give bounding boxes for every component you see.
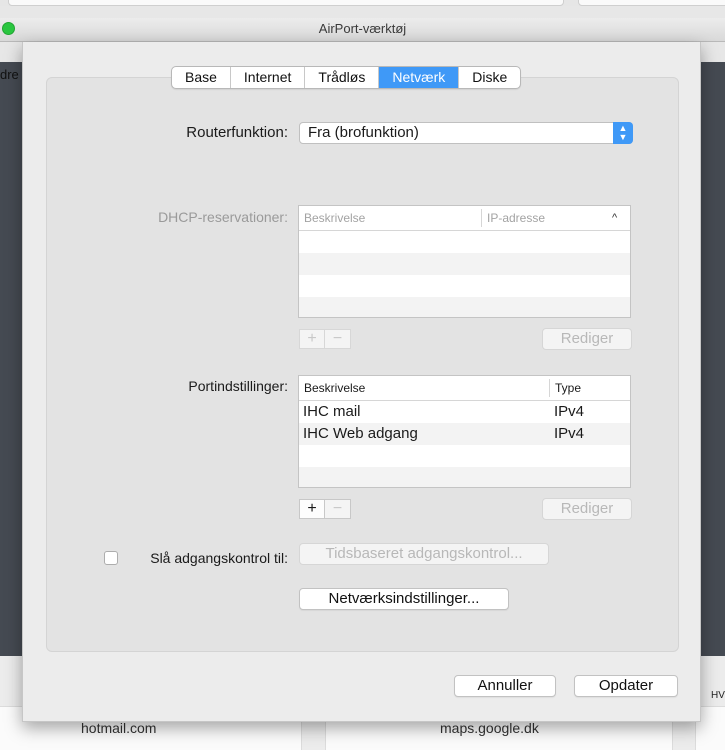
dhcp-remove-button[interactable]: − xyxy=(325,329,351,349)
tab-base[interactable]: Base xyxy=(172,67,231,88)
dhcp-table[interactable]: Beskrivelse IP-adresse ^ xyxy=(298,205,631,318)
port-description: IHC mail xyxy=(303,403,361,420)
network-settings-button[interactable]: Netværksindstillinger... xyxy=(299,588,509,610)
cancel-button[interactable]: Annuller xyxy=(454,675,556,697)
router-function-popup[interactable]: Fra (brofunktion) ▲ ▼ xyxy=(299,122,633,144)
router-function-label: Routerfunktion: xyxy=(186,124,288,141)
port-add-button[interactable]: + xyxy=(299,499,325,519)
tab-network[interactable]: Netværk xyxy=(379,67,460,88)
dhcp-add-remove: + − xyxy=(299,329,351,349)
access-control-checkbox[interactable] xyxy=(104,551,118,565)
background-edge-text: dre xyxy=(0,67,19,82)
tab-bar: Base Internet Trådløs Netværk Diske xyxy=(171,66,522,89)
tab-internet[interactable]: Internet xyxy=(231,67,306,88)
tab-disks[interactable]: Diske xyxy=(459,67,520,88)
dhcp-column-description[interactable]: Beskrivelse xyxy=(299,206,365,230)
timed-access-control-button[interactable]: Tidsbaseret adgangskontrol... xyxy=(299,543,549,565)
port-description: IHC Web adgang xyxy=(303,425,418,442)
port-add-remove: + − xyxy=(299,499,351,519)
port-table[interactable]: Beskrivelse Type IHC mail IPv4 IHC Web a… xyxy=(298,375,631,488)
tile-label: hotmail.com xyxy=(81,720,157,736)
port-column-description[interactable]: Beskrivelse xyxy=(299,376,365,400)
access-control-label[interactable]: Slå adgangskontrol til: xyxy=(150,550,288,566)
table-row[interactable]: IHC Web adgang IPv4 xyxy=(299,423,630,445)
tile-label: maps.google.dk xyxy=(440,720,539,736)
settings-sheet: Base Internet Trådløs Netværk Diske Rout… xyxy=(22,42,701,722)
port-settings-label: Portindstillinger: xyxy=(188,378,288,394)
table-row[interactable] xyxy=(299,275,630,297)
port-type: IPv4 xyxy=(554,425,585,442)
port-remove-button[interactable]: − xyxy=(325,499,351,519)
background-edge-text: HV xyxy=(711,690,725,701)
table-row[interactable] xyxy=(299,297,630,317)
window-titlebar[interactable]: AirPort-værktøj xyxy=(0,18,725,42)
port-edit-button[interactable]: Rediger xyxy=(542,498,632,520)
dhcp-table-header: Beskrivelse IP-adresse ^ xyxy=(299,206,630,231)
update-button[interactable]: Opdater xyxy=(574,675,678,697)
dhcp-add-button[interactable]: + xyxy=(299,329,325,349)
browser-tab-card xyxy=(8,0,564,6)
table-row[interactable] xyxy=(299,253,630,275)
dhcp-reservations-label: DHCP-reservationer: xyxy=(158,209,288,225)
port-table-header: Beskrivelse Type xyxy=(299,376,630,401)
tab-wireless[interactable]: Trådløs xyxy=(305,67,380,88)
table-row[interactable] xyxy=(299,231,630,253)
router-function-value: Fra (brofunktion) xyxy=(308,124,419,141)
dhcp-column-ip[interactable]: IP-adresse xyxy=(482,206,545,230)
port-type: IPv4 xyxy=(554,403,585,420)
dhcp-edit-button[interactable]: Rediger xyxy=(542,328,632,350)
table-row[interactable]: IHC mail IPv4 xyxy=(299,401,630,423)
port-column-type[interactable]: Type xyxy=(550,376,581,400)
settings-panel xyxy=(46,77,679,652)
window-title: AirPort-værktøj xyxy=(318,21,407,36)
table-row[interactable] xyxy=(299,445,630,467)
chevron-up-down-icon: ▲ ▼ xyxy=(613,122,633,144)
table-row[interactable] xyxy=(299,467,630,487)
sort-ascending-icon: ^ xyxy=(612,212,618,224)
browser-tab-card xyxy=(578,0,725,6)
